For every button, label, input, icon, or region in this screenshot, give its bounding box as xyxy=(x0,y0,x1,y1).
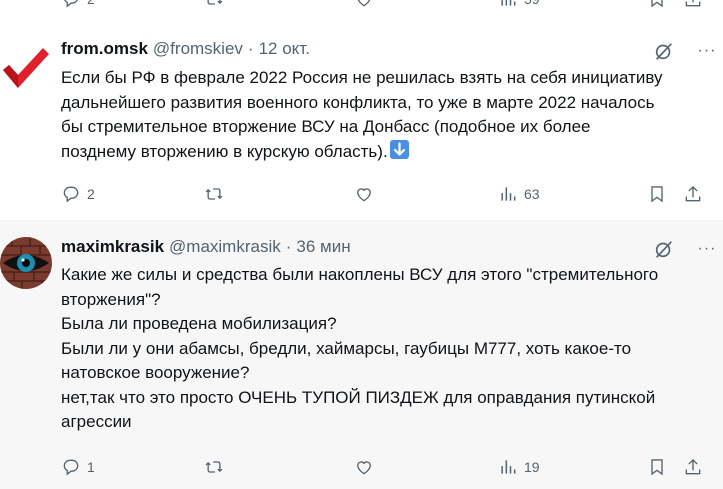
post-text-line: Если бы РФ в феврале 2022 Россия не реши… xyxy=(61,68,663,87)
post-actions: 2 63 xyxy=(61,181,711,207)
views-count: 63 xyxy=(524,186,540,202)
share-button[interactable] xyxy=(683,181,703,207)
separator: · xyxy=(247,39,254,58)
more-button[interactable]: ··· xyxy=(695,40,719,62)
post-text-line: нет,так что это просто ОЧЕНЬ ТУПОЙ ПИЗДЕ… xyxy=(61,387,656,407)
bookmark-icon xyxy=(651,0,663,8)
post-maximkrasik[interactable]: maximkrasik @maximkrasik · 36 мин ··· Ка… xyxy=(0,221,723,489)
timestamp[interactable]: 12 окт. xyxy=(259,39,310,59)
share-icon xyxy=(685,0,701,7)
views-icon xyxy=(501,0,516,6)
reply-icon xyxy=(64,0,78,8)
grok-icon xyxy=(655,241,672,258)
views-count: 19 xyxy=(524,459,540,475)
more-icon: ··· xyxy=(697,42,717,59)
reply-icon xyxy=(63,459,79,476)
post-text-line: вторжения"? xyxy=(61,289,161,309)
more-button[interactable]: ··· xyxy=(695,238,719,260)
post-text-line: Была ли проведена мобилизация? xyxy=(61,314,337,333)
display-name[interactable]: maximkrasik xyxy=(61,237,164,257)
post-header: maximkrasik @maximkrasik · 36 мин xyxy=(61,236,351,258)
timestamp[interactable]: 36 мин xyxy=(296,237,350,257)
bookmark-button[interactable] xyxy=(647,0,667,12)
repost-button[interactable] xyxy=(204,0,224,12)
post-text-line: позднему вторжению в курскую область). xyxy=(61,141,388,161)
like-button[interactable] xyxy=(354,454,374,480)
reply-button[interactable]: 2 xyxy=(61,181,95,207)
display-name[interactable]: from.omsk xyxy=(61,39,148,59)
repost-button[interactable] xyxy=(204,181,224,207)
bookmark-icon xyxy=(651,186,663,203)
share-button[interactable] xyxy=(683,0,703,12)
like-icon xyxy=(357,461,371,475)
reply-count: 2 xyxy=(87,186,95,202)
post-from-omsk[interactable]: from.omsk @fromskiev · 12 окт. ··· Если … xyxy=(0,20,723,221)
reply-count: 2 xyxy=(87,0,95,7)
post-text: Если бы РФ в феврале 2022 Россия не реши… xyxy=(61,66,716,164)
avatar[interactable] xyxy=(0,237,52,289)
views-button[interactable]: 59 xyxy=(498,0,540,12)
repost-icon xyxy=(205,188,223,200)
bookmark-button[interactable] xyxy=(647,181,667,207)
timeline: 2 59 xyxy=(0,0,723,489)
post-text-line-last: позднему вторжению в курскую область). xyxy=(61,139,716,165)
views-icon xyxy=(501,187,516,201)
bookmark-button[interactable] xyxy=(647,454,667,480)
like-icon xyxy=(357,188,371,202)
grok-button[interactable] xyxy=(653,40,675,62)
reply-icon xyxy=(63,186,79,203)
handle[interactable]: @fromskiev xyxy=(153,39,243,59)
avatar[interactable] xyxy=(0,42,52,94)
more-icon: ··· xyxy=(697,240,717,257)
down-arrow-emoji-icon xyxy=(389,139,409,159)
post-text-line: дальнейшего развития военного конфликта,… xyxy=(61,92,655,112)
repost-button[interactable] xyxy=(204,454,224,480)
previous-post[interactable]: 2 59 xyxy=(0,0,723,20)
post-actions: 1 19 xyxy=(61,454,711,480)
like-icon xyxy=(357,0,371,7)
views-button[interactable]: 19 xyxy=(498,454,540,480)
share-icon xyxy=(685,185,701,202)
eye-avatar-icon xyxy=(0,237,52,289)
grok-icon xyxy=(655,43,672,60)
grok-button[interactable] xyxy=(653,238,675,260)
share-button[interactable] xyxy=(683,454,703,480)
like-button[interactable] xyxy=(354,0,374,12)
reply-button[interactable]: 1 xyxy=(61,454,95,480)
post-text-line: агрессии xyxy=(61,412,132,431)
post-text-line: натовское вооружение? xyxy=(61,363,250,382)
post-header: from.omsk @fromskiev · 12 окт. xyxy=(61,38,310,60)
separator: · xyxy=(285,237,292,256)
red-checkmark-icon xyxy=(3,48,49,88)
share-icon xyxy=(685,458,701,475)
views-count: 59 xyxy=(524,0,540,7)
like-button[interactable] xyxy=(354,181,374,207)
handle[interactable]: @maximkrasik xyxy=(169,237,281,257)
views-button[interactable]: 63 xyxy=(498,181,540,207)
post-text-line: Были ли у они абамсы, бредли, хаймарсы, … xyxy=(61,338,632,358)
reply-button[interactable]: 2 xyxy=(61,0,95,12)
repost-icon xyxy=(205,461,223,473)
post-text-line: Какие же силы и средства были накоплены … xyxy=(61,265,659,284)
repost-icon xyxy=(207,0,223,5)
post-text-line: бы стремительное вторжение ВСУ на Донбас… xyxy=(61,117,591,136)
views-icon xyxy=(501,460,516,474)
bookmark-icon xyxy=(651,459,663,476)
post-text: Какие же силы и средства были накоплены … xyxy=(61,263,716,435)
reply-count: 1 xyxy=(87,459,95,475)
